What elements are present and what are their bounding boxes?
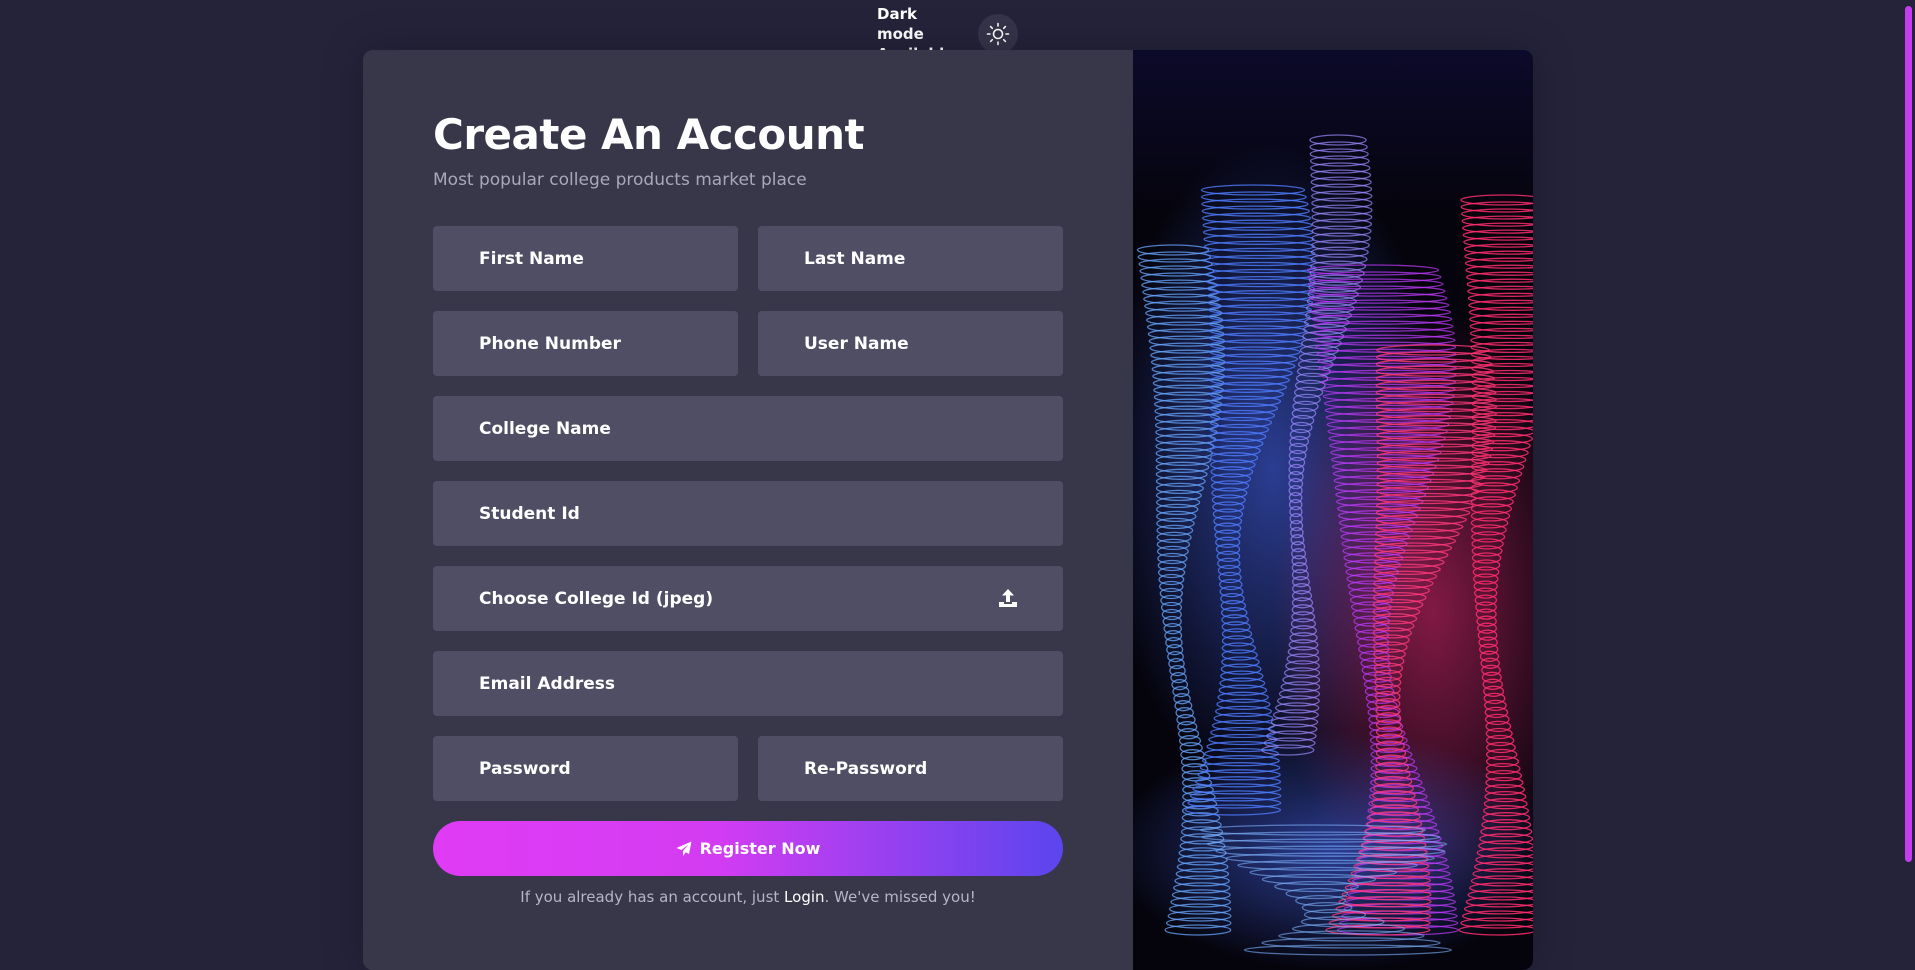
password-placeholder: Password [479,758,571,779]
student-id-placeholder: Student Id [479,503,580,524]
re-password-input[interactable]: Re-Password [758,736,1063,801]
login-prompt-prefix: If you already has an account, just [520,888,785,906]
user-name-placeholder: User Name [804,333,909,354]
phone-number-placeholder: Phone Number [479,333,621,354]
login-link[interactable]: Login [784,888,824,906]
email-input[interactable]: Email Address [433,651,1063,716]
page-title: Create An Account [433,110,865,159]
signup-form: Create An Account Most popular college p… [363,50,1133,970]
first-name-input[interactable]: First Name [433,226,738,291]
user-name-input[interactable]: User Name [758,311,1063,376]
last-name-input[interactable]: Last Name [758,226,1063,291]
page-subtitle: Most popular college products market pla… [433,170,807,190]
register-button[interactable]: Register Now [433,821,1063,876]
theme-toggle-button[interactable] [978,14,1018,54]
college-name-placeholder: College Name [479,418,611,439]
college-id-file-input[interactable]: Choose College Id (jpeg) [433,566,1063,631]
phone-number-input[interactable]: Phone Number [433,311,738,376]
login-prompt-suffix: . We've missed you! [824,888,976,906]
paper-plane-icon [676,841,692,856]
sun-icon [986,22,1010,46]
register-button-label: Register Now [699,839,821,858]
decorative-light-art [1133,50,1533,970]
last-name-placeholder: Last Name [804,248,906,269]
dark-mode-label-line1: Dark mode [877,5,924,43]
student-id-input[interactable]: Student Id [433,481,1063,546]
page-scrollbar[interactable] [1902,0,1915,947]
college-name-input[interactable]: College Name [433,396,1063,461]
email-placeholder: Email Address [479,673,616,694]
signup-card: Create An Account Most popular college p… [363,50,1533,970]
first-name-placeholder: First Name [479,248,584,269]
college-id-file-placeholder: Choose College Id (jpeg) [479,588,714,609]
upload-icon[interactable] [997,587,1019,609]
password-input[interactable]: Password [433,736,738,801]
re-password-placeholder: Re-Password [804,758,928,779]
light-spiral-artwork [1133,50,1533,970]
login-prompt: If you already has an account, just Logi… [433,888,1063,906]
scrollbar-thumb[interactable] [1905,6,1912,862]
